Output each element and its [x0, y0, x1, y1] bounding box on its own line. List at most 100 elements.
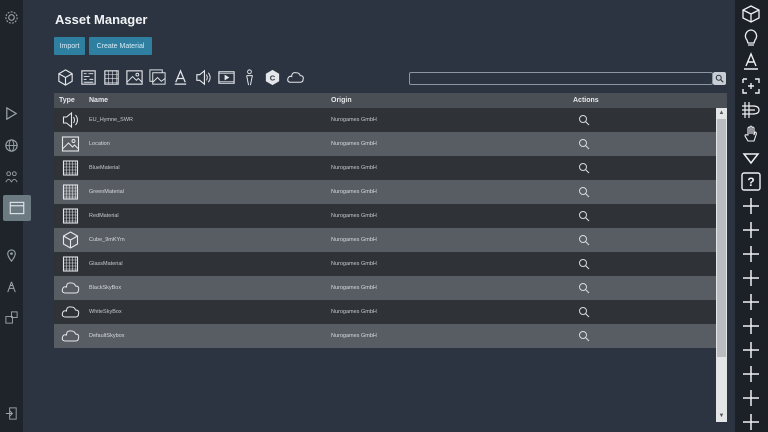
triangle-down-icon[interactable] [738, 147, 764, 168]
right-toolbar: ? [735, 0, 768, 432]
puzzle-icon[interactable] [3, 309, 20, 326]
cube-icon[interactable] [55, 67, 76, 88]
search-icon[interactable] [578, 138, 590, 150]
table-row[interactable]: RedMaterial Nurogames GmbH [54, 204, 727, 228]
asset-origin: Nurogames GmbH [331, 213, 377, 219]
cloud-icon [60, 278, 81, 298]
scroll-thumb[interactable] [717, 119, 726, 357]
search-icon[interactable] [578, 234, 590, 246]
plus-icon[interactable] [738, 387, 764, 408]
asset-origin: Nurogames GmbH [331, 309, 377, 315]
table-row[interactable]: BlackSkyBox Nurogames GmbH [54, 276, 727, 300]
asset-name: GreenMaterial [89, 189, 124, 195]
create-material-button[interactable]: Create Material [89, 37, 152, 55]
images-icon[interactable] [147, 67, 168, 88]
texture-icon[interactable] [101, 67, 122, 88]
asset-origin: Nurogames GmbH [331, 165, 377, 171]
type-filter-bar: C [55, 67, 306, 88]
search-icon[interactable] [578, 306, 590, 318]
assets-icon[interactable] [3, 195, 31, 221]
play-icon[interactable] [3, 105, 20, 122]
asset-name: GlassMaterial [89, 261, 123, 267]
plus-icon[interactable] [738, 339, 764, 360]
select-icon[interactable] [738, 75, 764, 96]
asset-origin: Nurogames GmbH [331, 237, 377, 243]
material-icon [60, 158, 81, 178]
search-icon[interactable] [578, 282, 590, 294]
search-input[interactable] [409, 72, 713, 85]
table-body: EU_Hymne_SWR Nurogames GmbH Location Nuroga… [54, 108, 727, 348]
search-icon[interactable] [578, 186, 590, 198]
import-button[interactable]: Import [54, 37, 85, 55]
hand-icon[interactable] [738, 123, 764, 144]
actions-column-header: Actions [573, 97, 599, 104]
image-icon [60, 134, 81, 154]
search-icon[interactable] [578, 258, 590, 270]
page-title: Asset Manager [55, 12, 148, 27]
search-button[interactable] [713, 72, 726, 85]
asset-name: BlackSkyBox [89, 285, 122, 291]
person-icon[interactable] [239, 67, 260, 88]
asset-name: EU_Hymne_SWR [89, 117, 134, 123]
search-icon[interactable] [578, 210, 590, 222]
material-pattern-icon[interactable] [78, 67, 99, 88]
video-icon[interactable] [216, 67, 237, 88]
code-icon[interactable]: C [262, 67, 283, 88]
people-icon[interactable] [3, 168, 20, 185]
table-row[interactable]: Location Nurogames GmbH [54, 132, 727, 156]
asset-origin: Nurogames GmbH [331, 333, 377, 339]
plus-icon[interactable] [738, 267, 764, 288]
exit-icon[interactable] [3, 405, 20, 422]
table-row[interactable]: DefaultSkybox Nurogames GmbH [54, 324, 727, 348]
asset-origin: Nurogames GmbH [331, 189, 377, 195]
svg-text:C: C [270, 73, 276, 82]
asset-name: BlueMaterial [89, 165, 120, 171]
table-row[interactable]: WhiteSkyBox Nurogames GmbH [54, 300, 727, 324]
cube-icon [60, 230, 81, 250]
table-row[interactable]: GlassMaterial Nurogames GmbH [54, 252, 727, 276]
cloud-icon [60, 302, 81, 322]
table-header: Type Name Origin Actions [54, 93, 727, 108]
name-column-header: Name [89, 97, 109, 104]
search-icon[interactable] [578, 330, 590, 342]
plus-icon[interactable] [738, 219, 764, 240]
table-row[interactable]: GreenMaterial Nurogames GmbH [54, 180, 727, 204]
grid-snap-icon[interactable] [738, 99, 764, 120]
text-icon[interactable] [170, 67, 191, 88]
plus-icon[interactable] [738, 243, 764, 264]
search-icon[interactable] [578, 114, 590, 126]
table-row[interactable]: EU_Hymne_SWR Nurogames GmbH [54, 108, 727, 132]
left-toolbar [0, 0, 31, 432]
plus-icon[interactable] [738, 315, 764, 336]
plus-icon[interactable] [738, 363, 764, 384]
plus-icon[interactable] [738, 195, 764, 216]
type-column-header: Type [59, 97, 75, 104]
audio-icon[interactable] [193, 67, 214, 88]
skybox-icon[interactable] [285, 67, 306, 88]
text-icon[interactable] [738, 50, 764, 71]
origin-column-header: Origin [331, 97, 352, 104]
scroll-up-icon[interactable]: ▲ [718, 110, 725, 117]
gear-icon[interactable] [3, 9, 20, 26]
asset-table: Type Name Origin Actions EU_Hymne_SWR Nur… [54, 93, 727, 350]
globe-icon[interactable] [3, 137, 20, 154]
image-icon[interactable] [124, 67, 145, 88]
antenna-icon[interactable] [3, 278, 20, 295]
asset-origin: Nurogames GmbH [331, 285, 377, 291]
table-scrollbar[interactable]: ▲ ▼ [716, 108, 727, 422]
plus-icon[interactable] [738, 291, 764, 312]
plus-icon[interactable] [738, 411, 764, 432]
location-pin-icon[interactable] [3, 247, 20, 264]
table-row[interactable]: BlueMaterial Nurogames GmbH [54, 156, 727, 180]
table-row[interactable]: Cube_9mKYm Nurogames GmbH [54, 228, 727, 252]
cloud-icon [60, 326, 81, 346]
search-icon[interactable] [578, 162, 590, 174]
scroll-down-icon[interactable]: ▼ [718, 413, 725, 420]
lightbulb-icon[interactable] [738, 27, 764, 48]
asset-origin: Nurogames GmbH [331, 117, 377, 123]
asset-origin: Nurogames GmbH [331, 261, 377, 267]
help-icon[interactable]: ? [738, 170, 764, 191]
asset-origin: Nurogames GmbH [331, 141, 377, 147]
cube-icon[interactable] [738, 3, 764, 24]
svg-text:?: ? [747, 175, 754, 189]
